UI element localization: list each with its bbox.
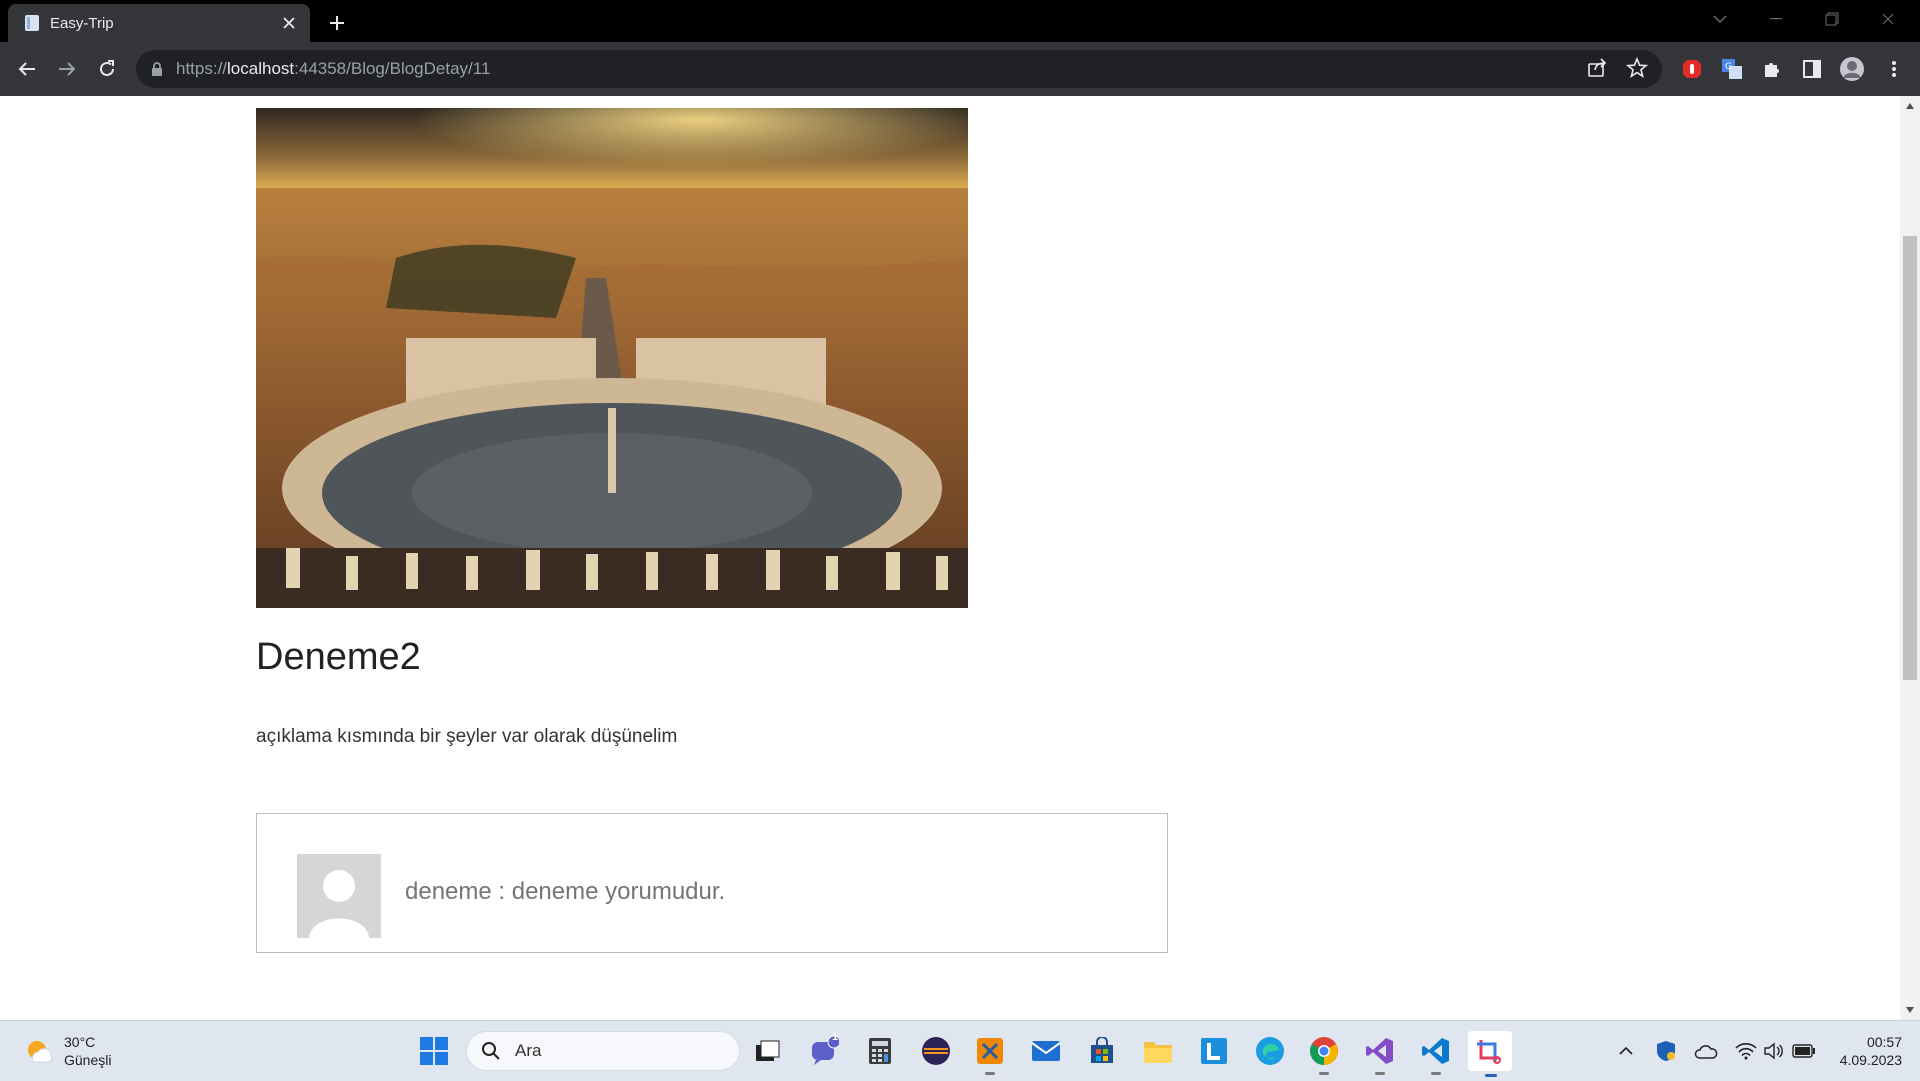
page-scrollbar[interactable] [1900,96,1920,1020]
adblock-extension-icon[interactable] [1678,55,1706,83]
clock-date: 4.09.2023 [1839,1052,1902,1068]
sun-cloud-icon [28,1041,53,1063]
battery-icon[interactable] [1792,1039,1816,1063]
onedrive-cloud-icon[interactable] [1694,1039,1718,1063]
browser-tab-active[interactable]: Easy-Trip [8,4,310,42]
translate-extension-icon[interactable]: G [1718,55,1746,83]
eclipse-icon[interactable] [918,1033,954,1069]
calculator-icon[interactable] [862,1033,898,1069]
taskbar: 30°C Güneşli Ara 1 00:57 4.09.2023 [0,1020,1920,1081]
minimize-window-icon[interactable] [1748,0,1804,38]
scroll-down-arrow-icon[interactable] [1900,1002,1920,1018]
tab-strip: Easy-Trip [0,0,1920,42]
app-running-indicator [1375,1072,1385,1075]
blog-description: açıklama kısmında bir şeyler var olarak … [256,726,678,747]
system-clock[interactable]: 00:57 4.09.2023 [1830,1033,1902,1069]
chrome-icon[interactable] [1306,1033,1342,1075]
draw-io-icon[interactable] [972,1033,1008,1075]
comment-text: deneme : deneme yorumudur. [405,878,726,905]
windows-start-icon[interactable] [418,1035,450,1067]
restore-window-icon[interactable] [1804,0,1860,38]
comment-card: deneme : deneme yorumudur. [256,813,1168,953]
app-active-indicator [1485,1074,1497,1077]
web-page: Deneme2 açıklama kısmında bir şeyler var… [0,96,1900,1020]
taskbar-search[interactable]: Ara [466,1031,740,1071]
app-running-indicator [1319,1072,1329,1075]
bookmark-star-icon[interactable] [1625,56,1649,84]
visual-studio-icon[interactable] [1362,1033,1398,1075]
blog-title: Deneme2 [256,636,421,678]
kebab-menu-icon[interactable] [1880,55,1908,83]
forward-arrow-icon[interactable] [52,54,82,84]
tab-title: Easy-Trip [50,14,114,32]
l-app-icon[interactable] [1196,1033,1232,1069]
scroll-thumb[interactable] [1903,236,1917,680]
app-running-indicator [985,1072,995,1075]
browser-toolbar: https://localhost:44358/Blog/BlogDetay/1… [0,42,1920,96]
microsoft-store-icon[interactable] [1084,1033,1120,1069]
extensions-puzzle-icon[interactable] [1758,55,1786,83]
share-icon[interactable] [1586,57,1608,84]
lock-icon[interactable] [150,61,164,77]
tab-search-chevron-icon[interactable] [1692,0,1748,38]
user-placeholder-icon [297,854,381,938]
teams-badge: 1 [832,1031,839,1043]
teams-chat-icon[interactable]: 1 [806,1031,842,1069]
clock-time: 00:57 [1866,1034,1902,1050]
avatar [297,854,381,938]
close-tab-icon[interactable] [278,12,300,34]
page-favicon-icon [25,15,39,31]
wifi-icon[interactable] [1734,1039,1758,1063]
search-placeholder: Ara [515,1041,542,1060]
search-icon [482,1042,500,1060]
close-window-icon[interactable] [1860,0,1916,38]
file-explorer-icon[interactable] [1140,1033,1176,1069]
scroll-up-arrow-icon[interactable] [1900,98,1920,114]
security-shield-icon[interactable] [1654,1039,1678,1063]
blog-image [256,108,968,608]
show-hidden-icons-chevron-icon[interactable] [1614,1039,1638,1063]
address-bar[interactable]: https://localhost:44358/Blog/BlogDetay/1… [136,50,1662,88]
volume-icon[interactable] [1762,1039,1786,1063]
profile-avatar[interactable] [1838,55,1866,83]
back-arrow-icon[interactable] [12,54,42,84]
edge-browser-icon[interactable] [1252,1033,1288,1069]
weather-widget[interactable]: 30°C Güneşli [24,1033,111,1069]
weather-description: Güneşli [64,1052,112,1068]
app-running-indicator [1431,1072,1441,1075]
task-view-icon[interactable] [750,1033,786,1069]
vscode-icon[interactable] [1418,1033,1454,1075]
side-panel-icon[interactable] [1798,55,1826,83]
url-text[interactable]: https://localhost:44358/Blog/BlogDetay/1… [176,59,490,79]
snipping-tool-icon[interactable] [1468,1031,1512,1077]
mail-icon[interactable] [1028,1033,1064,1069]
reload-icon[interactable] [92,54,122,84]
new-tab-button[interactable] [322,8,352,38]
svg-text:G: G [1725,62,1732,72]
weather-temperature: 30°C [64,1034,96,1050]
